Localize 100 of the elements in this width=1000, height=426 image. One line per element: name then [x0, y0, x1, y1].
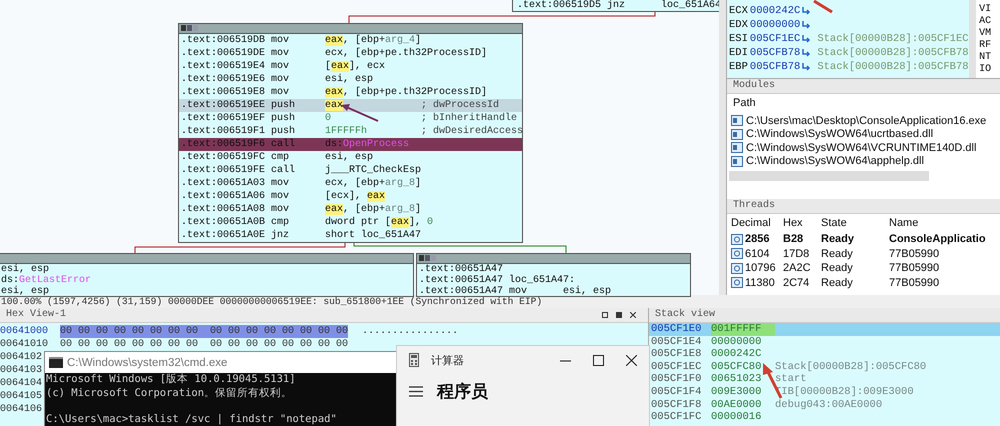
module-icon [731, 156, 743, 167]
console-line: (c) Microsoft Corporation。保留所有权利。 [46, 386, 294, 400]
jump-arrow-icon[interactable] [802, 21, 812, 29]
restore-icon[interactable] [602, 312, 608, 318]
register-name: EDI [729, 47, 748, 59]
flag-name: RF [979, 40, 992, 52]
jump-arrow-icon[interactable] [802, 63, 812, 71]
flag-name: AC [979, 16, 992, 28]
stack-row[interactable]: 005CF1E0 001FFFFF [649, 323, 1000, 336]
stack-row[interactable]: 005CF1F8 00AE0000 debug043:00AE0000 [649, 398, 1000, 412]
code-line[interactable]: .text:006519E4 mov [eax], ecx [179, 60, 522, 73]
code-line[interactable]: .text:006519DE mov ecx, [ebp+pe.th32ProcessID] [179, 47, 522, 60]
table-cell: 77B05990 [889, 276, 940, 289]
register-value: 0000242C [750, 5, 800, 17]
jump-arrow-icon[interactable] [802, 35, 812, 43]
module-path[interactable]: C:\Users\mac\Desktop\ConsoleApplication16.exe [746, 114, 986, 127]
jump-arrow-icon[interactable] [802, 49, 812, 57]
code-line[interactable]: .text:006519FC cmp esi, esp [179, 151, 522, 164]
register-info: Stack[00000B28]:005CFB78 [817, 61, 969, 73]
code-line[interactable]: .text:006519EF push 0 ; bInheritHandle [179, 112, 522, 125]
flag-name: IO [979, 64, 992, 76]
register-name: EBP [729, 61, 748, 73]
code-line[interactable]: .text:00651A06 mov [ecx], eax [179, 190, 522, 203]
hex-row: 0064106 [0, 403, 42, 416]
code-line: .text:00651A47 loc_651A47: [418, 275, 576, 286]
table-cell: 10796 [745, 262, 776, 274]
table-cell: 11380 [745, 276, 775, 289]
code-line[interactable]: .text:006519E6 mov esi, esp [179, 73, 522, 86]
code-line: .text:006519D5 jnz loc_651A64 [516, 0, 722, 12]
code-line[interactable]: .text:006519E8 mov eax, [ebp+pe.th32ProcessID] [179, 86, 522, 99]
table-cell: 77B05990 [889, 248, 940, 260]
node-icons-icon [419, 255, 437, 262]
code-line[interactable]: .text:006519DB mov eax, [ebp+arg_4] [179, 34, 522, 47]
thread-icon [731, 248, 743, 260]
table-cell-text: B28 [783, 233, 804, 246]
table-cell: ConsoleApplicatio [889, 233, 986, 246]
stack-row[interactable]: 005CF1E4 00000000 [649, 336, 1000, 348]
register-value: 005CF1EC [750, 33, 800, 45]
register-name: ECX [729, 5, 748, 17]
table-cell: 77B05990 [889, 262, 940, 274]
code-line[interactable]: .text:00651A0E jnz short loc_651A47 [179, 229, 522, 242]
code-line[interactable]: .text:00651A0B cmp dword ptr [eax], 0 [179, 216, 522, 229]
table-cell-text: Ready [821, 262, 854, 274]
column-header[interactable]: Name [889, 217, 918, 229]
column-header[interactable]: Path [727, 94, 1000, 114]
console-line: Microsoft Windows [版本 10.0.19045.5131] [46, 373, 297, 386]
code-line: .text:00651A47 [418, 264, 504, 275]
column-header[interactable]: Decimal [731, 217, 783, 229]
table-cell: 6104 [745, 248, 770, 260]
node-icons-icon [181, 25, 199, 32]
close-icon[interactable] [626, 354, 637, 366]
panel-title: Threads [727, 199, 1000, 214]
stack-row[interactable]: 005CF1E8 0000242C [649, 348, 1000, 361]
column-header[interactable]: State [821, 217, 889, 229]
thread-icon [731, 277, 743, 288]
hex-row: 0064104 [0, 377, 42, 390]
code-line[interactable]: .text:006519FE call j___RTC_CheckEsp [179, 164, 522, 177]
code-line: ds:GetLastError [0, 275, 92, 286]
module-icon [731, 128, 743, 140]
jump-arrow-icon[interactable] [802, 7, 812, 15]
register-value: 005CFB78 [750, 61, 800, 73]
hex-row: 00641000 00 00 00 00 00 00 00 00 00 00 00 00 00 00 00 00 ................ [0, 325, 458, 338]
table-cell: 2856 [745, 233, 770, 246]
hex-row: 00641010 00 00 00 00 00 00 00 00 00 00 00 00 00 00 00 00 [0, 338, 348, 351]
module-icon [731, 115, 743, 126]
table-cell-text: 17D8 [783, 248, 810, 260]
register-name: EDX [729, 19, 748, 31]
stack-row[interactable]: 005CF1FC 00000016 [649, 411, 1000, 424]
register-value: 00000000 [750, 19, 800, 31]
module-path[interactable]: C:\Windows\SysWOW64\apphelp.dll [746, 155, 924, 168]
code-line: esi, esp [0, 286, 50, 297]
flag-name: VM [979, 28, 992, 40]
hex-row: 0064103 [0, 364, 42, 377]
calculator-icon [409, 353, 419, 367]
console-icon [49, 357, 63, 368]
stack-row[interactable]: 005CF1F0 00651023 start [649, 373, 1000, 386]
panel-title: Hex View-1 [6, 308, 66, 322]
register-info: Stack[00000B28]:005CF1EC [817, 33, 969, 45]
annotation-arrow [341, 104, 378, 122]
module-icon [731, 142, 743, 154]
scrollbar[interactable] [719, 0, 726, 295]
mode-title: 程序员 [437, 381, 488, 403]
code-line: .text:00651A47 mov esi, esp [418, 286, 612, 297]
module-path[interactable]: C:\Windows\SysWOW64\VCRUNTIME140D.dll [746, 142, 976, 154]
hex-row: 0064105 [0, 390, 42, 403]
panel-title: Stack view [649, 308, 1000, 323]
close-icon[interactable] [630, 312, 636, 318]
module-path[interactable]: C:\Windows\SysWOW64\ucrtbased.dll [746, 128, 934, 140]
menu-icon[interactable] [409, 386, 423, 397]
code-line[interactable]: .text:00651A03 mov ecx, [ebp+arg_8] [179, 177, 522, 190]
console-line: C:\Users\mac>tasklist /svc | findstr "notepad" [46, 413, 338, 426]
maximize-icon[interactable] [593, 354, 604, 366]
column-header[interactable]: Hex [783, 217, 821, 229]
window-title: C:\Windows\system32\cmd.exe [67, 356, 228, 368]
code-line[interactable]: .text:00651A08 mov eax, [ebp+arg_8] [179, 203, 522, 216]
scrollbar[interactable] [729, 171, 929, 181]
stack-row[interactable]: 005CF1EC 005CFC80 Stack[00000B28]:005CFC80 [649, 360, 1000, 374]
table-cell-text: 2A2C [783, 262, 812, 274]
scrollbar[interactable] [968, 0, 976, 78]
panel-title: Modules [727, 79, 1000, 94]
